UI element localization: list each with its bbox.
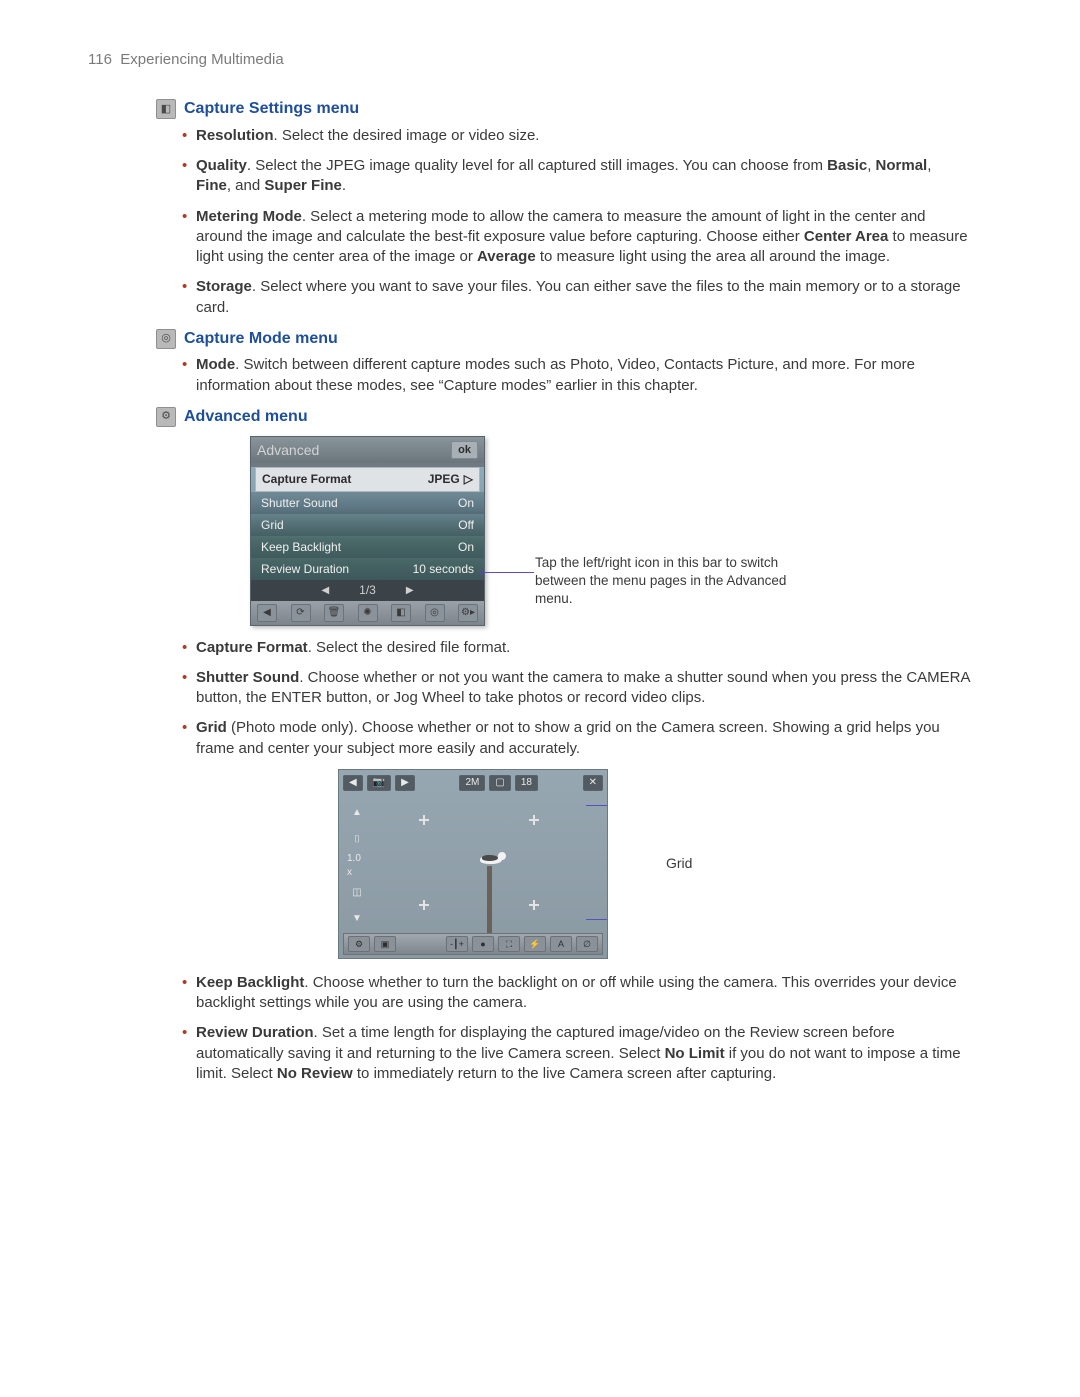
pager-right-icon[interactable]: ▶ — [406, 584, 414, 598]
item-mode: Mode. Switch between different capture m… — [182, 355, 970, 396]
toolbar-image-icon[interactable]: ◧ — [391, 604, 411, 622]
item-resolution: Resolution. Select the desired image or … — [182, 126, 970, 146]
toolbar-timer-icon[interactable]: ⟳ — [291, 604, 311, 622]
toolbar-back-icon[interactable]: ◀ — [257, 604, 277, 622]
advanced-icon: ⚙ — [156, 407, 176, 427]
cam-zoom-out-icon[interactable]: ▼ — [347, 910, 367, 928]
callout-leader-line — [482, 572, 534, 573]
toolbar-brightness-icon[interactable]: ✺ — [358, 604, 378, 622]
camera-preview-figure: ◀ 📷 ▶ 2M ▢ 18 ✕ ▲ ⌷ 1.0 x ◫ ▼ — [338, 769, 980, 959]
cam-zoom-scale-icon: ⌷ — [347, 830, 367, 848]
cam-zoom-value: 1.0 x — [347, 857, 367, 875]
toolbar-camera-icon[interactable]: ◎ — [425, 604, 445, 622]
item-storage: Storage. Select where you want to save y… — [182, 277, 970, 318]
pager-text: 1/3 — [359, 582, 376, 598]
grid-marker — [419, 900, 429, 910]
row-review-duration[interactable]: Review Duration 10 seconds — [251, 558, 484, 580]
grid-callout-box — [586, 805, 608, 920]
item-review-duration: Review Duration. Set a time length for d… — [182, 1023, 970, 1084]
item-keep-backlight: Keep Backlight. Choose whether to turn t… — [182, 973, 970, 1014]
preview-subject — [474, 850, 508, 868]
cam-gallery-icon[interactable]: ▣ — [374, 936, 396, 952]
capture-mode-icon: ◎ — [156, 329, 176, 349]
cam-tools-icon[interactable]: ⚙ — [348, 936, 370, 952]
page-header: 116 Experiencing Multimedia — [88, 50, 980, 70]
row-keep-backlight[interactable]: Keep Backlight On — [251, 536, 484, 558]
section-capture-settings: ◧ Capture Settings menu Resolution. Sele… — [100, 98, 980, 318]
item-quality: Quality. Select the JPEG image quality l… — [182, 156, 970, 197]
heading-advanced: Advanced menu — [184, 406, 308, 428]
cam-auto-icon[interactable]: A — [550, 936, 572, 952]
item-shutter-sound: Shutter Sound. Choose whether or not you… — [182, 668, 970, 709]
toolbar-tools-icon[interactable]: ⚙▸ — [458, 604, 478, 622]
page-title: Experiencing Multimedia — [120, 51, 283, 68]
camera-preview: ◀ 📷 ▶ 2M ▢ 18 ✕ ▲ ⌷ 1.0 x ◫ ▼ — [338, 769, 608, 959]
page-number: 116 — [88, 51, 112, 68]
capture-settings-icon: ◧ — [156, 99, 176, 119]
cam-resolution-icon[interactable]: 2M — [459, 775, 485, 791]
cam-close-icon[interactable]: ✕ — [583, 775, 603, 791]
row-grid[interactable]: Grid Off — [251, 514, 484, 536]
cam-counter: 18 — [515, 775, 538, 791]
advanced-bottom-toolbar: ◀ ⟳ 🗑 ✺ ◧ ◎ ⚙▸ — [251, 601, 484, 625]
advanced-title-text: Advanced — [257, 441, 319, 460]
section-capture-mode: ◎ Capture Mode menu Mode. Switch between… — [100, 328, 980, 396]
cam-off-icon[interactable]: ∅ — [576, 936, 598, 952]
chevron-right-icon[interactable]: ▷ — [464, 471, 473, 487]
ok-button[interactable]: ok — [451, 441, 478, 460]
item-capture-format: Capture Format. Select the desired file … — [182, 638, 970, 658]
grid-marker — [529, 900, 539, 910]
cam-wb-icon[interactable]: ◫ — [347, 883, 367, 901]
grid-marker — [529, 815, 539, 825]
cam-mode-icon[interactable]: 📷 — [367, 775, 391, 791]
pager-left-icon[interactable]: ◀ — [321, 584, 329, 598]
item-metering: Metering Mode. Select a metering mode to… — [182, 207, 970, 268]
cam-storage-icon[interactable]: ▢ — [489, 775, 510, 791]
cam-rec-icon[interactable]: ● — [472, 936, 494, 952]
cam-ev-icon[interactable]: -┃+ — [446, 936, 468, 952]
heading-capture-settings: Capture Settings menu — [184, 98, 359, 120]
grid-marker — [419, 815, 429, 825]
advanced-menu-panel: Advanced ok Capture Format JPEG▷ Shutter… — [250, 436, 485, 626]
cam-zoom-in-icon[interactable]: ▲ — [347, 804, 367, 822]
advanced-title-bar: Advanced ok — [251, 437, 484, 464]
camera-bottom-toolbar: ⚙ ▣ -┃+ ● ⛶ ⚡ A ∅ — [343, 933, 603, 955]
cam-flash-icon[interactable]: ⚡ — [524, 936, 546, 952]
grid-callout-label: Grid — [666, 854, 692, 873]
heading-capture-mode: Capture Mode menu — [184, 328, 338, 350]
row-shutter-sound[interactable]: Shutter Sound On — [251, 492, 484, 514]
advanced-pager: ◀ 1/3 ▶ — [251, 580, 484, 600]
item-grid: Grid (Photo mode only). Choose whether o… — [182, 718, 970, 759]
row-capture-format[interactable]: Capture Format JPEG▷ — [255, 467, 480, 491]
cam-fullscreen-icon[interactable]: ⛶ — [498, 936, 520, 952]
section-advanced: ⚙ Advanced menu Advanced ok Capture Form… — [100, 406, 980, 1084]
advanced-callout: Tap the left/right icon in this bar to s… — [535, 554, 795, 609]
cam-next-mode-icon[interactable]: ▶ — [395, 775, 415, 791]
toolbar-trash-icon[interactable]: 🗑 — [324, 604, 344, 622]
cam-prev-mode-icon[interactable]: ◀ — [343, 775, 363, 791]
advanced-menu-figure: Advanced ok Capture Format JPEG▷ Shutter… — [250, 436, 980, 626]
